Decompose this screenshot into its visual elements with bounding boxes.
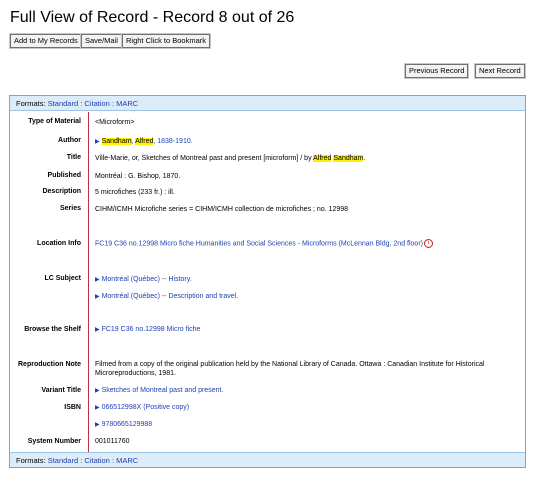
author-last-name[interactable]: Sandham	[101, 138, 132, 145]
lc-subject-label: LC Subject	[44, 275, 81, 282]
arrow-right-icon: ▶	[95, 327, 100, 333]
arrow-right-icon: ▶	[95, 405, 100, 411]
title-label: Title	[66, 154, 81, 161]
series-value: CIHM/ICMH Microfiche series = CIHM/ICMH …	[95, 206, 349, 213]
description-value: 5 microfiches (233 fr.) : ill.	[95, 189, 175, 196]
author-dates[interactable]: 1838-1910.	[157, 138, 192, 145]
description-label: Description	[42, 188, 81, 195]
formats-label: Formats:	[16, 99, 46, 108]
format-separator: :	[80, 99, 83, 108]
bookmark-button[interactable]: Right Click to Bookmark	[120, 33, 212, 49]
title-highlight-first: Alfred	[313, 155, 332, 162]
arrow-right-icon: ▶	[95, 277, 100, 283]
lc-subject-item[interactable]: ▶ Montréal (Québec) -- Description and t…	[95, 292, 238, 302]
isbn-link[interactable]: 066512998X (Positive copy)	[102, 404, 190, 411]
system-number-label: System Number	[27, 438, 81, 445]
isbn-item[interactable]: ▶ 066512998X (Positive copy)	[95, 403, 189, 413]
format-marc-link[interactable]: MARC	[116, 99, 138, 108]
author-first-name[interactable]: Alfred	[135, 138, 154, 145]
info-circle-icon[interactable]: i	[424, 239, 433, 248]
page-title: Full View of Record - Record 8 out of 26	[10, 9, 295, 26]
lc-subject-item[interactable]: ▶ Montréal (Québec) -- History.	[95, 275, 192, 285]
lc-subject-link[interactable]: Montréal (Québec) -- History.	[102, 276, 192, 283]
arrow-right-icon: ▶	[95, 422, 100, 428]
isbn-item[interactable]: ▶ 9780665129988	[95, 420, 152, 430]
formats-bar-top: Formats: Standard : Citation : MARC	[10, 96, 525, 111]
format-marc-link[interactable]: MARC	[116, 456, 138, 465]
author-label: Author	[58, 137, 81, 144]
type-of-material-value: <Microform>	[95, 119, 135, 126]
reproduction-note-label: Reproduction Note	[18, 361, 81, 368]
location-link[interactable]: FC19 C36 no.12998 Micro fiche Humanities…	[95, 240, 423, 247]
format-citation-link[interactable]: Citation	[84, 99, 109, 108]
format-citation-link[interactable]: Citation	[84, 456, 109, 465]
isbn-link[interactable]: 9780665129988	[102, 421, 153, 428]
format-separator: :	[111, 99, 115, 108]
format-separator: :	[111, 456, 115, 465]
title-text: Ville-Marie, or, Sketches of Montreal pa…	[95, 155, 314, 162]
arrow-right-icon: ▶	[95, 294, 100, 300]
record-panel: Formats: Standard : Citation : MARC Type…	[9, 95, 526, 468]
previous-record-button[interactable]: Previous Record	[403, 63, 470, 79]
title-end: .	[363, 155, 366, 162]
type-of-material-label: Type of Material	[28, 118, 81, 125]
variant-title-link[interactable]: Sketches of Montreal past and present.	[102, 387, 224, 394]
title-value: Ville-Marie, or, Sketches of Montreal pa…	[95, 154, 365, 163]
published-label: Published	[47, 172, 81, 179]
browse-shelf-label: Browse the Shelf	[24, 326, 81, 333]
label-divider	[88, 112, 89, 452]
lc-subject-link[interactable]: Montréal (Québec) -- Description and tra…	[102, 293, 239, 300]
location-info-label: Location Info	[37, 240, 81, 247]
save-mail-button[interactable]: Save/Mail	[80, 33, 123, 49]
format-standard-link[interactable]: Standard	[48, 456, 78, 465]
author-value[interactable]: ▶ Sandham, Alfred, 1838-1910.	[95, 137, 193, 147]
system-number-value: 001011760	[95, 438, 130, 445]
isbn-label: ISBN	[64, 404, 81, 411]
title-highlight-last: Sandham	[333, 155, 364, 162]
reproduction-note-value: Filmed from a copy of the original publi…	[95, 361, 485, 377]
formats-bar-bottom: Formats: Standard : Citation : MARC	[10, 452, 525, 467]
arrow-right-icon: ▶	[95, 388, 100, 394]
format-standard-link[interactable]: Standard	[48, 99, 78, 108]
browse-shelf-link[interactable]: FC19 C36 no.12998 Micro fiche	[102, 326, 201, 333]
browse-shelf-value[interactable]: ▶ FC19 C36 no.12998 Micro fiche	[95, 325, 200, 335]
variant-title-value[interactable]: ▶ Sketches of Montreal past and present.	[95, 386, 223, 396]
next-record-button[interactable]: Next Record	[474, 63, 526, 79]
series-label: Series	[59, 205, 81, 212]
variant-title-label: Variant Title	[41, 387, 81, 394]
formats-label: Formats:	[16, 456, 46, 465]
location-info-value[interactable]: FC19 C36 no.12998 Micro fiche Humanities…	[95, 239, 433, 248]
arrow-right-icon: ▶	[95, 139, 100, 145]
format-separator: :	[80, 456, 83, 465]
add-to-my-records-button[interactable]: Add to My Records	[9, 33, 83, 49]
published-value: Montréal : G. Bishop, 1870.	[95, 173, 181, 180]
